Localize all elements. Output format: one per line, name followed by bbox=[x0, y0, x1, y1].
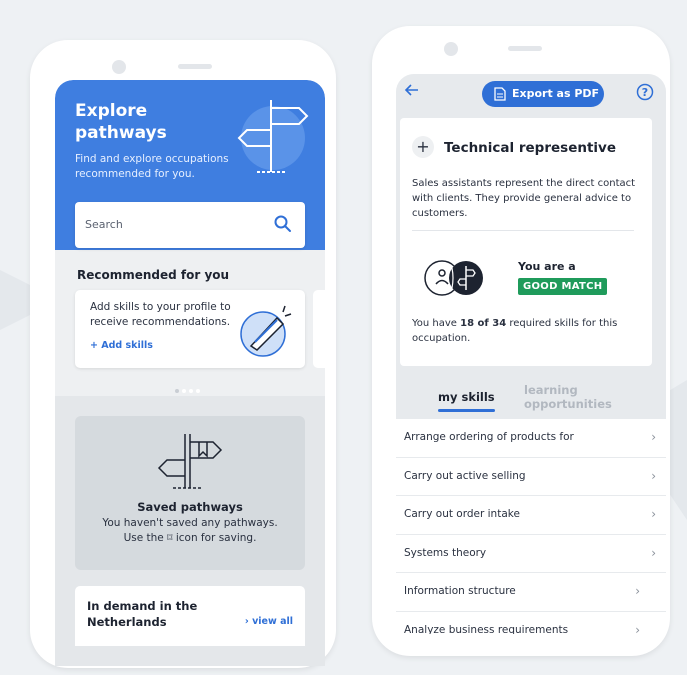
speaker bbox=[508, 46, 542, 51]
explore-screen: Explore pathways Find and explore occupa… bbox=[55, 80, 325, 666]
search-input[interactable]: Search bbox=[75, 202, 305, 248]
back-button[interactable] bbox=[404, 82, 426, 100]
saved-pathways-card: Saved pathways You haven't saved any pat… bbox=[75, 416, 305, 570]
occupation-card: + Technical representive Sales assistant… bbox=[400, 118, 652, 366]
list-item[interactable]: Analyze business requirements › bbox=[396, 612, 666, 635]
list-item[interactable]: Carry out active selling › bbox=[396, 458, 666, 496]
skill-label: Systems theory bbox=[404, 546, 487, 559]
skills-count: 18 of 34 bbox=[460, 318, 507, 329]
view-all-link[interactable]: › view all bbox=[245, 616, 293, 627]
question-circle-icon[interactable]: ? bbox=[636, 83, 654, 101]
chevron-right-icon: › bbox=[651, 507, 656, 521]
skill-label: Analyze business requirements bbox=[404, 623, 569, 635]
camera bbox=[444, 42, 458, 56]
chevron-right-icon: › bbox=[651, 545, 656, 560]
carousel-dot[interactable] bbox=[182, 389, 186, 393]
tab-learning-opportunities[interactable]: learning opportunities bbox=[524, 383, 666, 411]
arrow-left-icon bbox=[404, 84, 418, 96]
skill-label: Carry out order intake bbox=[404, 508, 520, 520]
next-card-peek[interactable] bbox=[313, 290, 325, 368]
divider bbox=[412, 230, 634, 231]
save-occupation-button[interactable]: + bbox=[412, 136, 434, 158]
chevron-right-icon: › bbox=[651, 468, 656, 483]
export-pdf-button[interactable]: Export as PDF bbox=[482, 81, 604, 107]
carousel-dots bbox=[175, 378, 203, 397]
svg-text:?: ? bbox=[642, 86, 648, 99]
skills-text-before: You have bbox=[412, 318, 461, 329]
skills-list: Arrange ordering of products for › Carry … bbox=[396, 419, 666, 634]
right-phone: Export as PDF ? + Technical representive… bbox=[372, 26, 670, 656]
skill-label: Arrange ordering of products for bbox=[404, 431, 574, 443]
add-skills-link[interactable]: + Add skills bbox=[90, 340, 153, 351]
list-item[interactable]: Information structure › bbox=[396, 573, 666, 612]
match-icon bbox=[424, 260, 483, 296]
skill-label: Carry out active selling bbox=[404, 469, 526, 482]
saved-description: You haven't saved any pathways. Use the … bbox=[75, 516, 305, 546]
in-demand-card: In demand in the Netherlands › view all bbox=[75, 586, 305, 646]
occupation-description: Sales assistants represent the direct co… bbox=[412, 178, 636, 219]
page-subtitle: Find and explore occupations recommended… bbox=[75, 153, 229, 180]
page-title: Explore pathways bbox=[75, 101, 167, 143]
recommendation-card[interactable]: Add skills to your profile to receive re… bbox=[75, 290, 305, 368]
tab-my-skills[interactable]: my skills bbox=[438, 390, 495, 412]
recommended-heading: Recommended for you bbox=[77, 268, 230, 282]
recommendation-text: Add skills to your profile to receive re… bbox=[90, 301, 231, 328]
list-item[interactable]: Carry out order intake › bbox=[396, 496, 666, 535]
occupation-title: Technical representive bbox=[444, 140, 616, 156]
left-phone: Explore pathways Find and explore occupa… bbox=[30, 40, 336, 668]
pen-icon bbox=[240, 305, 292, 357]
saved-line-2: Use the ⌑ icon for saving. bbox=[123, 532, 257, 544]
camera bbox=[112, 60, 126, 74]
signpost-icon bbox=[237, 100, 309, 173]
document-icon bbox=[494, 87, 506, 101]
carousel-dot[interactable] bbox=[189, 389, 193, 393]
list-item[interactable]: Systems theory › bbox=[396, 535, 666, 573]
search-placeholder: Search bbox=[85, 218, 123, 231]
match-prefix: You are a bbox=[518, 260, 576, 273]
chevron-right-icon: › bbox=[635, 622, 640, 635]
occupation-screen: Export as PDF ? + Technical representive… bbox=[396, 74, 666, 634]
carousel-dot[interactable] bbox=[175, 389, 179, 393]
signpost-bookmark-icon bbox=[157, 434, 223, 489]
skills-summary: You have 18 of 34 required skills for th… bbox=[412, 316, 640, 346]
occupation-tabs: my skills learning opportunities bbox=[396, 376, 666, 416]
skill-label: Information structure bbox=[404, 585, 516, 597]
good-match-badge: GOOD MATCH bbox=[518, 278, 608, 295]
speaker bbox=[178, 64, 212, 69]
in-demand-title: In demand in the Netherlands bbox=[87, 599, 198, 629]
export-pdf-label: Export as PDF bbox=[512, 87, 600, 100]
saved-line-1: You haven't saved any pathways. bbox=[102, 517, 278, 529]
chevron-right-icon: › bbox=[635, 584, 640, 598]
carousel-dot[interactable] bbox=[196, 389, 200, 393]
search-icon[interactable] bbox=[273, 214, 293, 234]
chevron-right-icon: › bbox=[651, 430, 656, 444]
list-item[interactable]: Arrange ordering of products for › bbox=[396, 419, 666, 458]
saved-title: Saved pathways bbox=[137, 500, 243, 514]
